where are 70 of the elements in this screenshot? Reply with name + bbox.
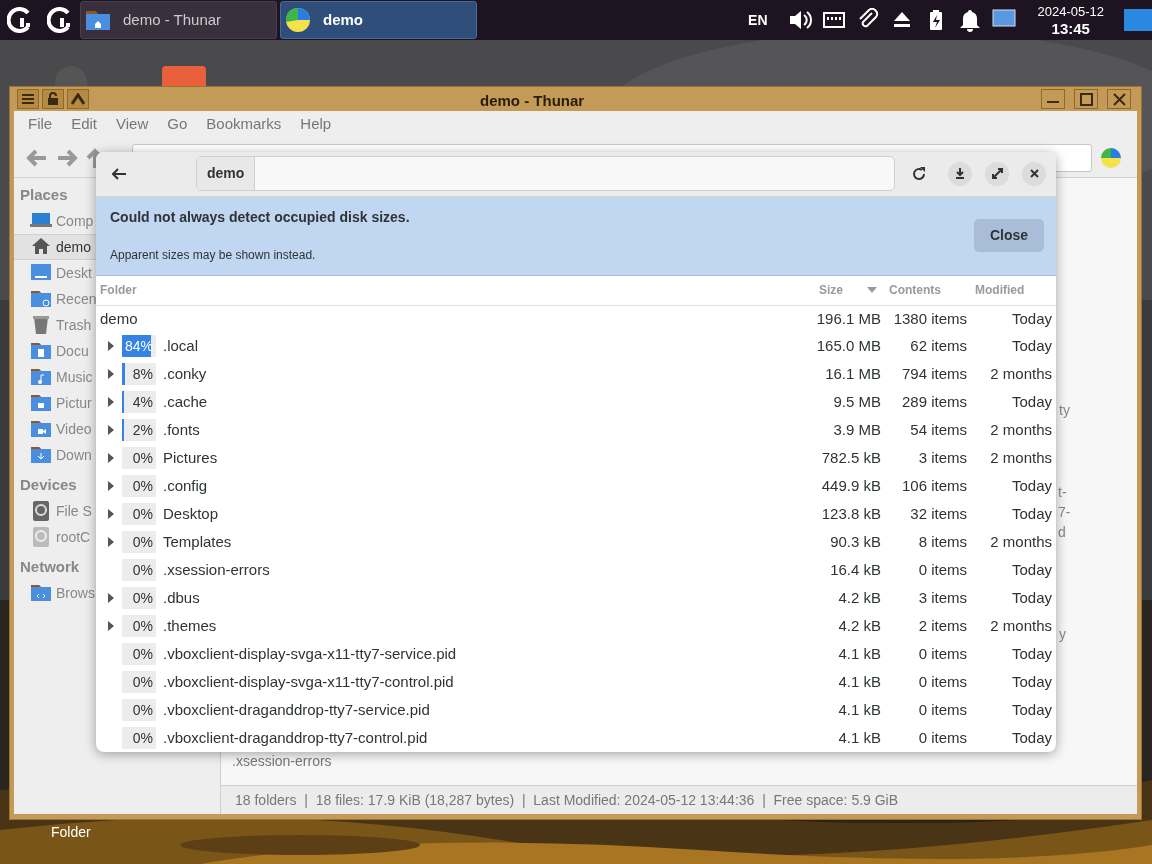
table-cell-text: 8 items: [917, 531, 968, 552]
table-cell-text: Today: [1010, 587, 1053, 608]
table-cell-text: 2 months: [989, 363, 1053, 384]
table-cell-text: 0 items: [917, 643, 968, 664]
status-bar-text: 18 folders | 18 files: 17.9 KiB (18,287 bytes) | Last Modified: 2024-05-12 13:44:36 | Free space: 5.9 GiB: [235, 790, 899, 810]
table-cell-text: 90.3 kB: [829, 531, 882, 552]
usage-percent: 2%: [131, 420, 154, 440]
table-cell-text: 3 items: [917, 587, 968, 608]
table-cell-text: 16.1 MB: [824, 363, 882, 384]
column-header-label: Size: [819, 282, 843, 300]
table-cell-text: 4.1 kB: [837, 699, 882, 720]
table-cell-text: Today: [1010, 308, 1053, 329]
table-cell-text: 62 items: [909, 335, 968, 356]
table-cell-text: 0 items: [917, 559, 968, 580]
sidebar-heading: Devices: [20, 474, 77, 495]
table-cell-text: 123.8 kB: [820, 503, 882, 524]
table-cell-text: 2 months: [989, 447, 1053, 468]
usage-percent: 4%: [131, 392, 154, 412]
table-cell-text: Today: [1010, 699, 1053, 720]
table-cell-text: 3.9 MB: [832, 419, 882, 440]
usage-percent: 0%: [131, 616, 154, 636]
table-cell-text: 4.2 kB: [837, 615, 882, 636]
window-title: demo - Thunar: [480, 91, 585, 111]
info-title: Could not always detect occupied disk sizes.: [110, 208, 411, 228]
sidebar-heading: Network: [20, 556, 80, 577]
usage-percent: 0%: [131, 588, 154, 608]
table-cell-text: 2 items: [917, 615, 968, 636]
table-cell-text: 1380 items: [892, 308, 968, 329]
table-cell-text: 165.0 MB: [815, 335, 882, 356]
usage-percent: 0%: [131, 560, 154, 580]
usage-percent: 0%: [131, 728, 154, 748]
table-cell-text: 106 items: [900, 475, 968, 496]
table-cell-text: 794 items: [900, 363, 968, 384]
table-cell-text: 2 months: [989, 531, 1053, 552]
table-cell-text: 4.1 kB: [837, 643, 882, 664]
table-cell-text: 3 items: [917, 447, 968, 468]
usage-percent: 0%: [131, 476, 154, 496]
table-cell-text: 289 items: [900, 391, 968, 412]
table-cell-text: 782.5 kB: [820, 447, 882, 468]
usage-percent: 0%: [131, 532, 154, 552]
table-cell-text: 4.1 kB: [837, 727, 882, 748]
table-cell-text: 54 items: [909, 419, 968, 440]
table-cell-text: Today: [1010, 671, 1053, 692]
table-cell-text: Today: [1010, 643, 1053, 664]
table-cell-text: Today: [1010, 475, 1053, 496]
usage-percent: 8%: [131, 364, 154, 384]
table-cell-text: 9.5 MB: [832, 391, 882, 412]
table-cell-text: 0 items: [917, 699, 968, 720]
table-cell-text: Today: [1010, 559, 1053, 580]
table-cell-text: Today: [1010, 727, 1053, 748]
table-cell-text: 4.2 kB: [837, 587, 882, 608]
usage-percent: 0%: [131, 448, 154, 468]
table-cell-text: 4.1 kB: [837, 671, 882, 692]
usage-percent: 0%: [131, 700, 154, 720]
usage-percent: 0%: [131, 504, 154, 524]
table-cell-text: Today: [1010, 503, 1053, 524]
table-cell-text: 32 items: [909, 503, 968, 524]
table-cell-text: Today: [1010, 391, 1053, 412]
table-cell-text: 196.1 MB: [815, 308, 882, 329]
table-cell-text: 0 items: [917, 671, 968, 692]
table-cell-text: 2 months: [989, 419, 1053, 440]
usage-percent: 0%: [131, 644, 154, 664]
table-cell-text: 0 items: [917, 727, 968, 748]
info-message: Apparent sizes may be shown instead.: [110, 247, 317, 265]
table-cell-text: 2 months: [989, 615, 1053, 636]
table-cell-text: Today: [1010, 335, 1053, 356]
table-cell-text: 16.4 kB: [829, 559, 882, 580]
usage-percent: 0%: [131, 672, 154, 692]
sidebar-heading: Places: [20, 184, 68, 205]
table-cell-text: 449.9 kB: [820, 475, 882, 496]
